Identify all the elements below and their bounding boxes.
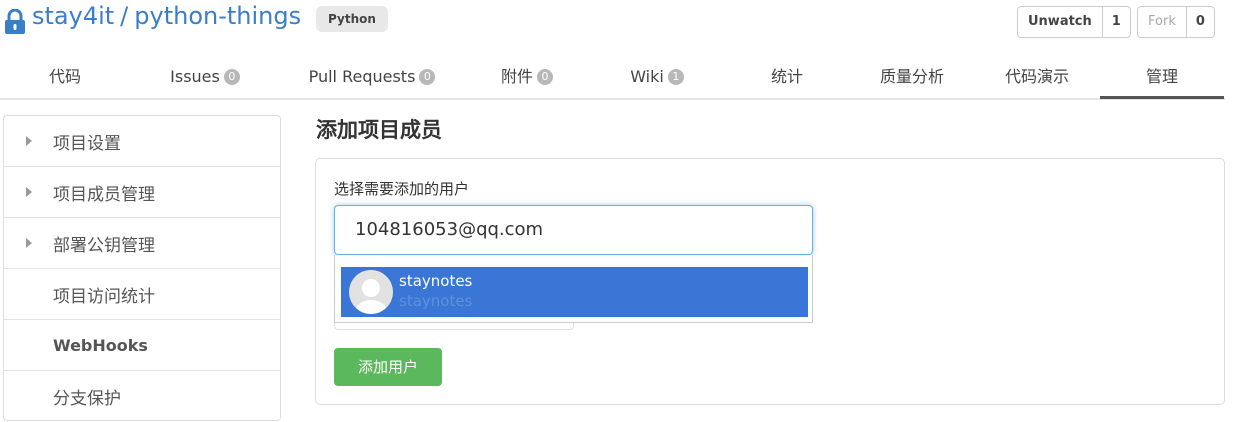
sidebar-item-project-settings[interactable]: 项目设置 xyxy=(4,116,280,167)
sidebar-item-label: 项目设置 xyxy=(53,133,121,154)
unwatch-button-group: Unwatch 1 xyxy=(1017,6,1131,38)
watchers-count[interactable]: 1 xyxy=(1103,7,1130,37)
tab-label: 代码演示 xyxy=(1004,67,1069,86)
user-suggestion-dropdown: staynotes staynotes xyxy=(334,255,813,323)
settings-sidebar: 项目设置 项目成员管理 部署公钥管理 项目访问统计 WebHooks 分支保护 xyxy=(3,115,281,421)
count-badge: 0 xyxy=(419,69,436,85)
tab-label: 统计 xyxy=(770,67,803,86)
count-badge: 0 xyxy=(537,69,553,85)
sidebar-item-label: 项目访问统计 xyxy=(53,286,155,307)
tab-label: 管理 xyxy=(1145,67,1178,86)
caret-right-icon xyxy=(26,136,32,146)
sidebar-item-label: 分支保护 xyxy=(53,389,121,409)
tab-code-demo[interactable]: 代码演示 xyxy=(987,58,1087,96)
count-badge: 0 xyxy=(223,69,240,85)
tab-label: Pull Requests xyxy=(308,67,416,86)
repo-header: stay4it / python-things Python Unwatch 1 F… xyxy=(0,0,1240,46)
caret-right-icon xyxy=(26,238,32,248)
sidebar-item-member-management[interactable]: 项目成员管理 xyxy=(4,167,280,218)
repo-title: stay4it / python-things xyxy=(32,2,301,30)
tab-label: 质量分析 xyxy=(879,67,944,86)
sidebar-item-label: 部署公钥管理 xyxy=(53,235,155,256)
suggestion-item[interactable]: staynotes staynotes xyxy=(341,267,808,317)
tab-pull-requests[interactable]: Pull Requests 0 xyxy=(302,58,442,96)
tab-label: Issues xyxy=(170,67,220,86)
repo-nav-tabs: 代码 Issues 0 Pull Requests 0 附件 0 Wiki 1 统计 质… xyxy=(0,58,1225,100)
tab-attachments[interactable]: 附件 0 xyxy=(482,58,572,96)
tab-manage[interactable]: 管理 xyxy=(1100,58,1224,99)
tab-code[interactable]: 代码 xyxy=(20,58,110,96)
user-search-input[interactable]: 104816053@qq.com xyxy=(334,205,813,255)
sidebar-item-deploy-keys[interactable]: 部署公钥管理 xyxy=(4,218,280,269)
add-user-button[interactable]: 添加用户 xyxy=(334,348,442,386)
sidebar-item-branch-protection[interactable]: 分支保护 xyxy=(4,371,280,422)
repo-separator: / xyxy=(120,2,129,30)
tab-label: Wiki xyxy=(630,67,664,86)
suggestion-name: staynotes xyxy=(399,272,473,290)
sidebar-item-access-stats[interactable]: 项目访问统计 xyxy=(4,269,280,320)
suggestion-username: staynotes xyxy=(399,292,473,310)
sidebar-item-label: 项目成员管理 xyxy=(53,184,155,205)
sidebar-item-webhooks[interactable]: WebHooks xyxy=(4,320,280,371)
avatar xyxy=(349,270,393,314)
unwatch-button[interactable]: Unwatch xyxy=(1018,7,1103,37)
lock-icon xyxy=(5,9,25,34)
tab-issues[interactable]: Issues 0 xyxy=(160,58,250,96)
fork-button-group: Fork 0 xyxy=(1137,6,1215,38)
repo-name-link[interactable]: python-things xyxy=(134,2,301,30)
user-field-label: 选择需要添加的用户 xyxy=(334,180,470,198)
tab-label: 代码 xyxy=(48,67,81,86)
default-avatar-icon xyxy=(349,270,393,314)
page-title: 添加项目成员 xyxy=(316,118,442,142)
forks-count[interactable]: 0 xyxy=(1187,7,1214,37)
tab-quality-analysis[interactable]: 质量分析 xyxy=(862,58,962,96)
caret-right-icon xyxy=(26,187,32,197)
count-badge: 1 xyxy=(667,69,684,85)
tab-wiki[interactable]: Wiki 1 xyxy=(612,58,702,96)
tab-statistics[interactable]: 统计 xyxy=(742,58,832,96)
fork-button[interactable]: Fork xyxy=(1138,7,1187,37)
tab-label: 附件 xyxy=(500,67,533,86)
repo-owner-link[interactable]: stay4it xyxy=(32,2,114,30)
language-badge: Python xyxy=(316,6,388,32)
sidebar-item-label: WebHooks xyxy=(53,335,148,355)
